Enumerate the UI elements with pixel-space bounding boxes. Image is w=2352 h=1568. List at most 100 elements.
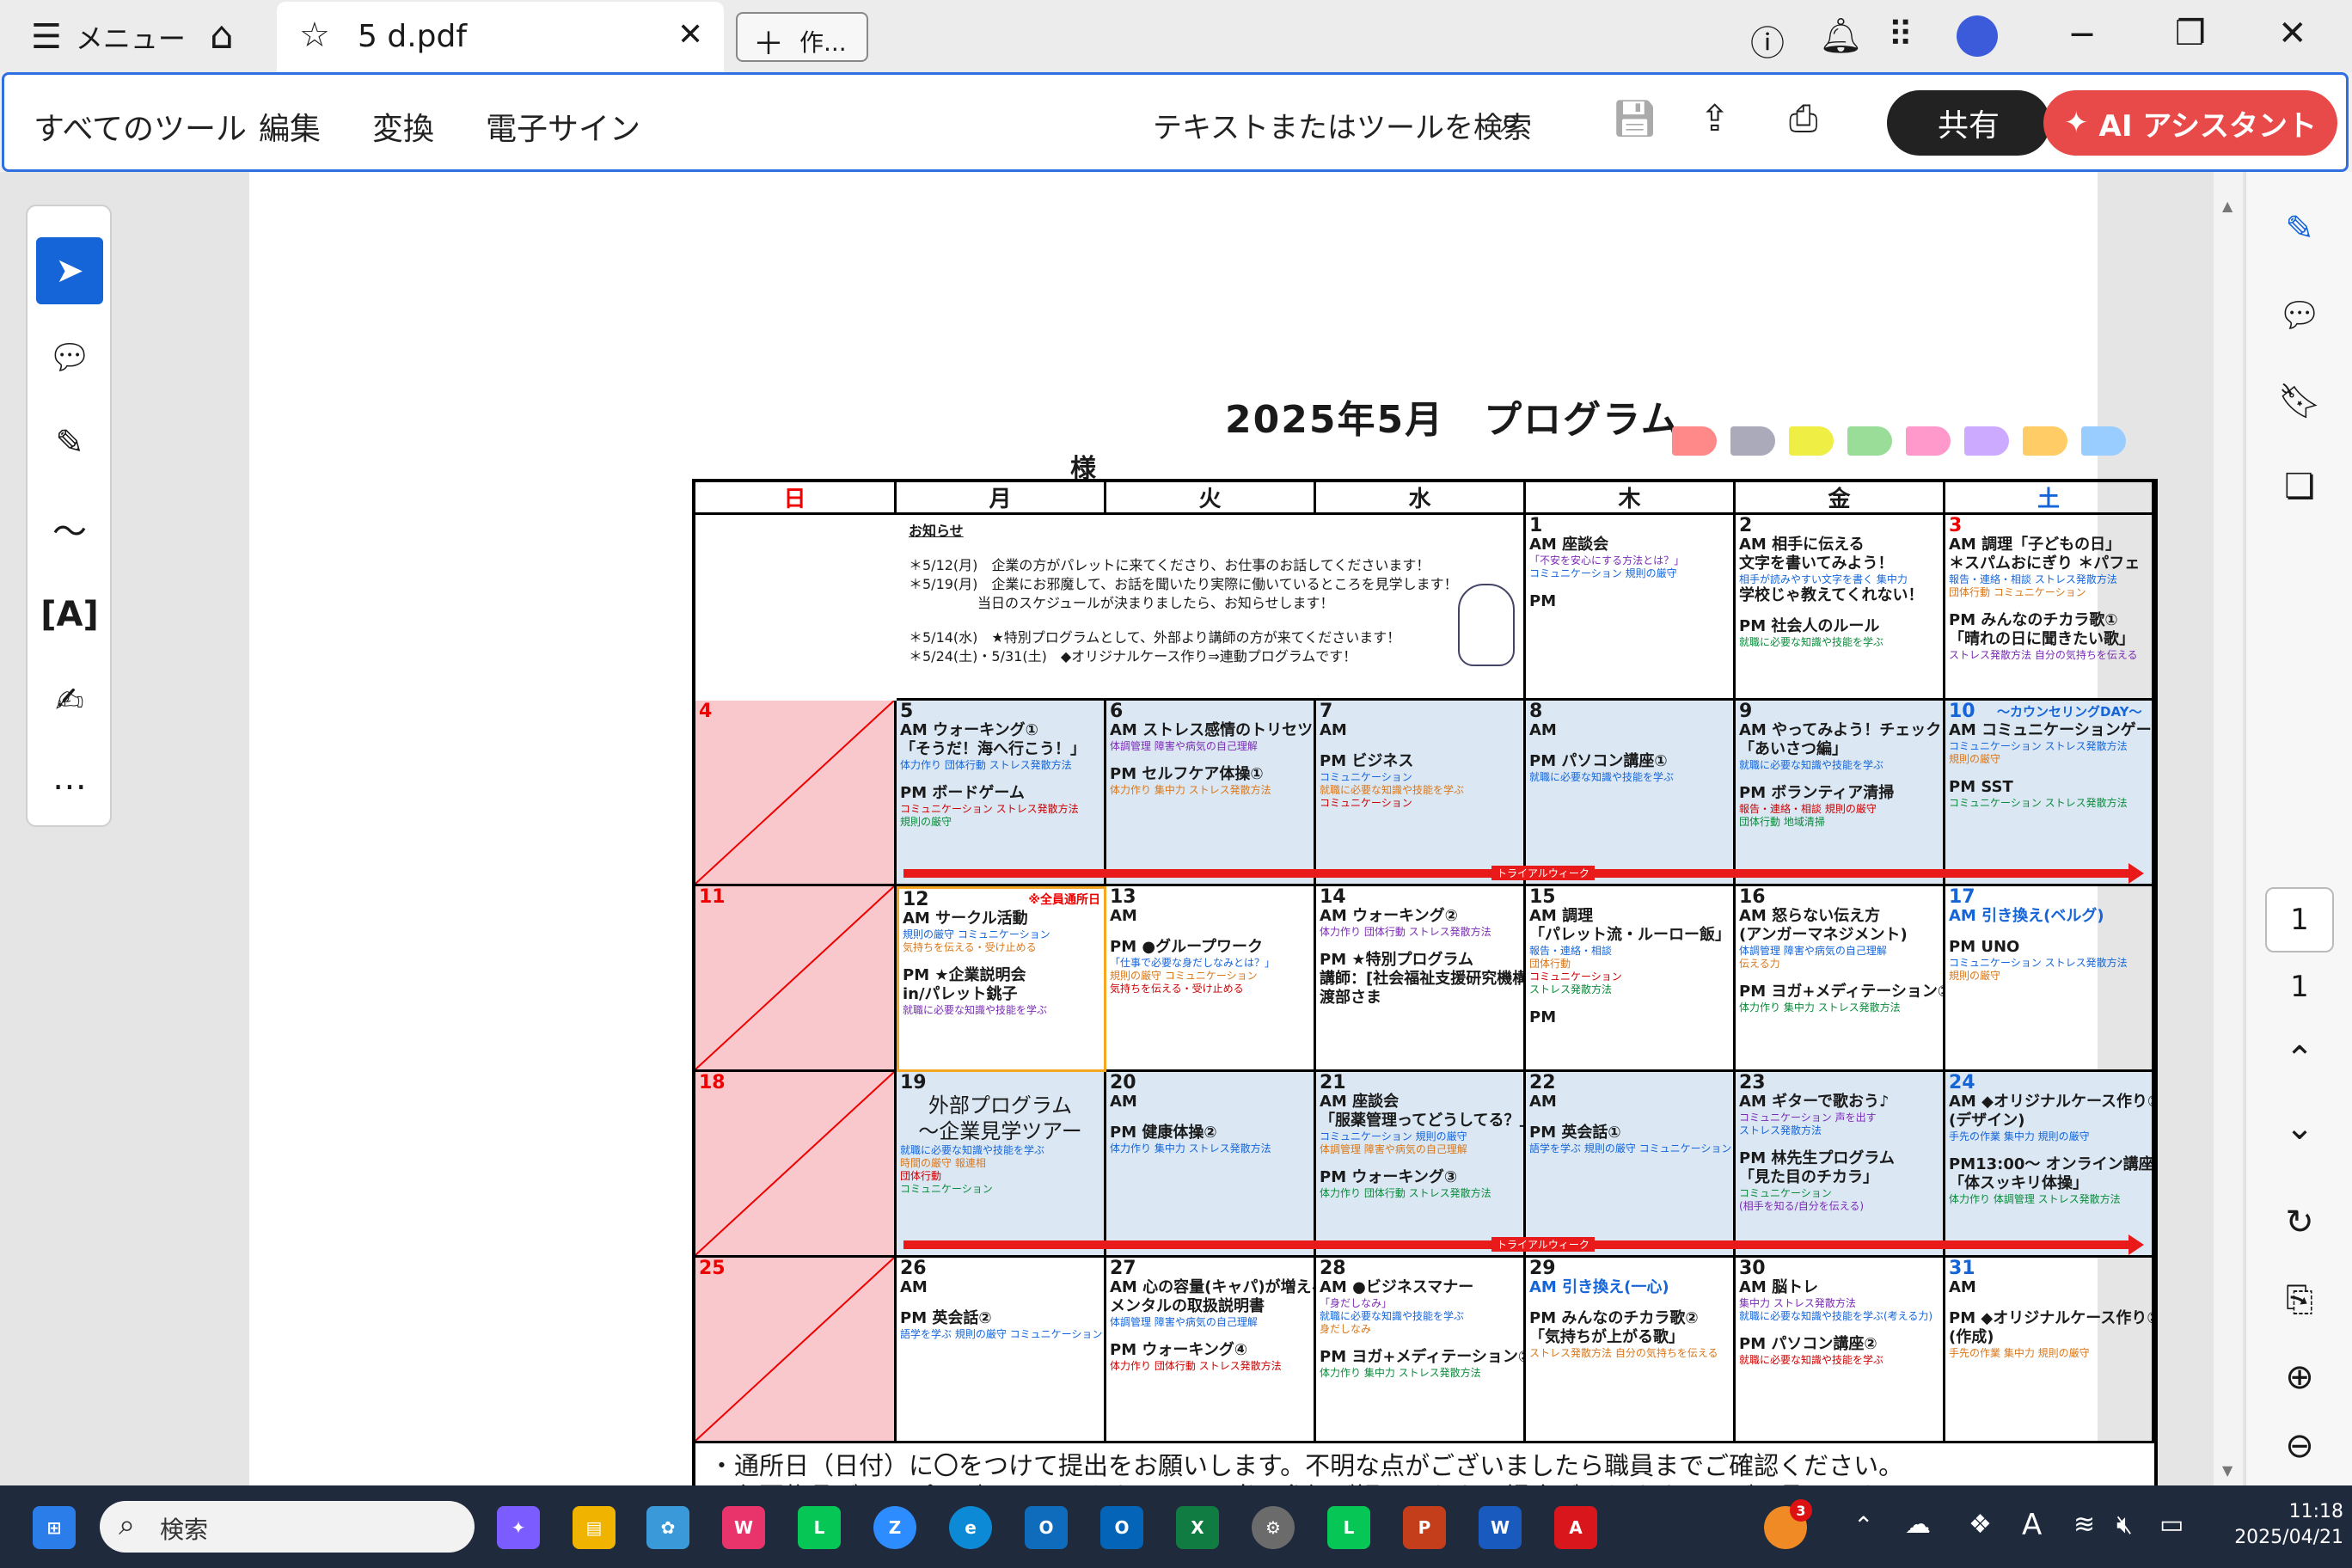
avatar[interactable] xyxy=(1957,15,1998,57)
cell-line: コミュニケーション 規則の厳守 xyxy=(1320,1130,1467,1142)
close-window-icon[interactable]: ✕ xyxy=(2278,14,2307,53)
all-tools-menu[interactable]: すべてのツール xyxy=(34,104,247,149)
edge-icon[interactable]: e xyxy=(949,1506,992,1549)
convert-menu[interactable]: 変換 xyxy=(372,104,434,149)
cell-line: 体調管理 障害や病気の自己理解 xyxy=(1110,740,1258,752)
new-tab-button[interactable]: ＋ 作... xyxy=(736,12,868,62)
acrobat-icon[interactable]: A xyxy=(1554,1506,1597,1549)
cell-line: 相手が読みやすい文字を書く 集中力 xyxy=(1739,573,1908,585)
menu-button[interactable]: ☰ メニュー xyxy=(31,17,186,57)
hamburger-icon: ☰ xyxy=(31,17,62,57)
export-icon[interactable]: ⎘ xyxy=(2272,1272,2327,1327)
tool-search-input[interactable]: テキストまたはツールを検索 xyxy=(1153,104,1532,146)
speaker-muted-icon[interactable]: 🔇︎ xyxy=(2116,1510,2133,1540)
cell-line: AM 脳トレ xyxy=(1739,1278,1819,1296)
windows-start-icon[interactable]: ⊞ xyxy=(33,1506,76,1549)
line-icon[interactable]: L xyxy=(1327,1506,1370,1549)
cell-line: 体力作り 団体行動 ストレス発散方法 xyxy=(1320,1187,1491,1199)
cell-line: 報告・連絡・相談 ストレス発散方法 xyxy=(1949,573,2117,585)
cell-line: AM 怒らない伝え方 xyxy=(1739,907,1881,925)
cell-line: 就職に必要な知識や技能を学ぶ xyxy=(1739,1354,1884,1366)
bell-icon[interactable]: 🔔︎ xyxy=(1819,15,1863,56)
zoom-in-icon[interactable]: ⊕ xyxy=(2272,1350,2327,1405)
apps-grid-icon[interactable]: ⠿ xyxy=(1888,15,1913,55)
cell-line: 団体行動 xyxy=(1529,958,1571,970)
help-icon[interactable]: ⓘ xyxy=(1750,15,1785,65)
print-icon[interactable]: ⎙ xyxy=(1789,97,1818,140)
sunday-closed-diagonal xyxy=(695,886,894,1069)
dropbox-icon[interactable]: ❖ xyxy=(1969,1510,1992,1540)
rotate-icon[interactable]: ↻ xyxy=(2272,1195,2327,1250)
text-box-icon[interactable]: [A] xyxy=(36,581,103,648)
cell-line: コミュニケーション 声を出す xyxy=(1739,1112,1877,1124)
right-rail: ✎ 💬︎ 🔖︎ ❏ 1 1 ⌃ ⌄ ↻ ⎘ ⊕ ⊖ xyxy=(2245,172,2352,1485)
paint-icon[interactable]: ✿ xyxy=(646,1506,689,1549)
excel-icon[interactable]: X xyxy=(1176,1506,1219,1549)
scroll-down-icon[interactable]: ▼ xyxy=(2222,1462,2233,1479)
close-tab-icon[interactable]: ✕ xyxy=(677,17,703,52)
settings-gear-icon[interactable]: ⚙ xyxy=(1252,1506,1295,1549)
copilot-icon[interactable]: ✦ xyxy=(497,1506,540,1549)
day-number: 19 xyxy=(900,1072,927,1093)
powerpoint-icon[interactable]: P xyxy=(1403,1506,1446,1549)
file-explorer-icon[interactable]: ▤ xyxy=(573,1506,616,1549)
cell-line: 体力作り 集中力 ストレス発散方法 xyxy=(1110,784,1271,796)
home-icon[interactable]: ⌂ xyxy=(210,14,234,58)
freehand-draw-icon[interactable]: 〜 xyxy=(36,495,103,562)
comment-icon[interactable]: 💬︎ xyxy=(36,323,103,390)
zoom-out-icon[interactable]: ⊖ xyxy=(2272,1418,2327,1473)
ime-icon[interactable]: A xyxy=(2022,1508,2042,1542)
more-tools-icon[interactable]: ⋯ xyxy=(36,753,103,820)
signature-icon[interactable]: ✍ xyxy=(36,667,103,734)
scroll-up-icon[interactable]: ▲ xyxy=(2222,198,2233,214)
day-number: 20 xyxy=(1110,1072,1136,1093)
koinobori-decoration xyxy=(1789,426,1834,456)
cell-line: ※全員通所日 xyxy=(1028,893,1100,907)
minimize-icon[interactable]: ─ xyxy=(2072,15,2092,55)
maximize-icon[interactable]: ❐ xyxy=(2175,14,2206,53)
cloud-icon[interactable]: ☁ xyxy=(1905,1510,1931,1540)
battery-icon[interactable]: ▭ xyxy=(2159,1510,2184,1540)
select-cursor-icon[interactable]: ➤ xyxy=(36,237,103,304)
vertical-scrollbar[interactable]: ▲ ▼ xyxy=(2214,172,2243,1485)
edit-pdf-icon[interactable]: ✎ xyxy=(2272,201,2327,256)
esign-menu[interactable]: 電子サイン xyxy=(486,104,640,149)
highlight-pen-icon[interactable]: ✎ xyxy=(36,409,103,476)
word-icon[interactable]: W xyxy=(1479,1506,1522,1549)
edit-menu[interactable]: 編集 xyxy=(259,104,321,149)
writer-icon[interactable]: W xyxy=(722,1506,765,1549)
bookmark-icon[interactable]: 🔖︎ xyxy=(2272,373,2327,428)
upload-icon[interactable]: ⇪ xyxy=(1700,97,1730,139)
cell-line: AM xyxy=(1529,721,1557,739)
document-tab[interactable]: ☆ 5 d.pdf ✕ xyxy=(277,2,724,72)
notification-app-icon[interactable]: 3 xyxy=(1764,1499,1812,1549)
outlook-icon[interactable]: O xyxy=(1100,1506,1143,1549)
page-number-input[interactable]: 1 xyxy=(2265,887,2334,952)
zoom-icon[interactable]: Z xyxy=(873,1506,916,1549)
clock[interactable]: 11:18 2025/04/21 xyxy=(2214,1499,2343,1551)
document-viewport[interactable]: 2025年5月 プログラム 様 日月火水木金土お知らせ ＊5/12(月) 企業の方… xyxy=(249,172,2158,1568)
chevron-up-icon[interactable]: ⌃ xyxy=(1853,1511,1873,1540)
cell-line: PM みんなのチカラ歌② xyxy=(1529,1309,1699,1327)
pages-icon[interactable]: ❏ xyxy=(2272,459,2327,514)
cell-line: 気持ちを伝える・受け止める xyxy=(903,941,1037,953)
star-icon[interactable]: ☆ xyxy=(299,15,330,55)
comments-panel-icon[interactable]: 💬︎ xyxy=(2272,287,2327,342)
cell-line: PM セルフケア体操① xyxy=(1110,765,1264,783)
search-icon[interactable]: ⌕ xyxy=(1500,99,1521,142)
outlook-new-icon[interactable]: O xyxy=(1025,1506,1068,1549)
cell-line: AM 座談会 xyxy=(1320,1093,1400,1111)
cell-line: (デザイン) xyxy=(1949,1112,2025,1130)
previous-page-icon[interactable]: ⌃ xyxy=(2272,1032,2327,1087)
ai-assistant-button[interactable]: ✦ AI アシスタント xyxy=(2043,90,2337,156)
cell-line: 団体行動 xyxy=(900,1170,942,1182)
wifi-icon[interactable]: ≋ xyxy=(2073,1510,2095,1540)
taskbar-search[interactable]: ⌕ 検索 xyxy=(100,1501,475,1553)
day-number: 22 xyxy=(1529,1072,1556,1093)
share-button[interactable]: 共有 xyxy=(1887,90,2050,156)
save-icon[interactable]: 💾︎ xyxy=(1612,97,1657,140)
calendar-day-cell: 14 AM ウォーキング② 体力作り 団体行動 ストレス発散方法 PM ★特別プログラ… xyxy=(1316,886,1526,1072)
next-page-icon[interactable]: ⌄ xyxy=(2272,1100,2327,1155)
line-icon[interactable]: L xyxy=(798,1506,841,1549)
cell-line: ～カウンセリングDAY～ xyxy=(1997,704,2142,720)
